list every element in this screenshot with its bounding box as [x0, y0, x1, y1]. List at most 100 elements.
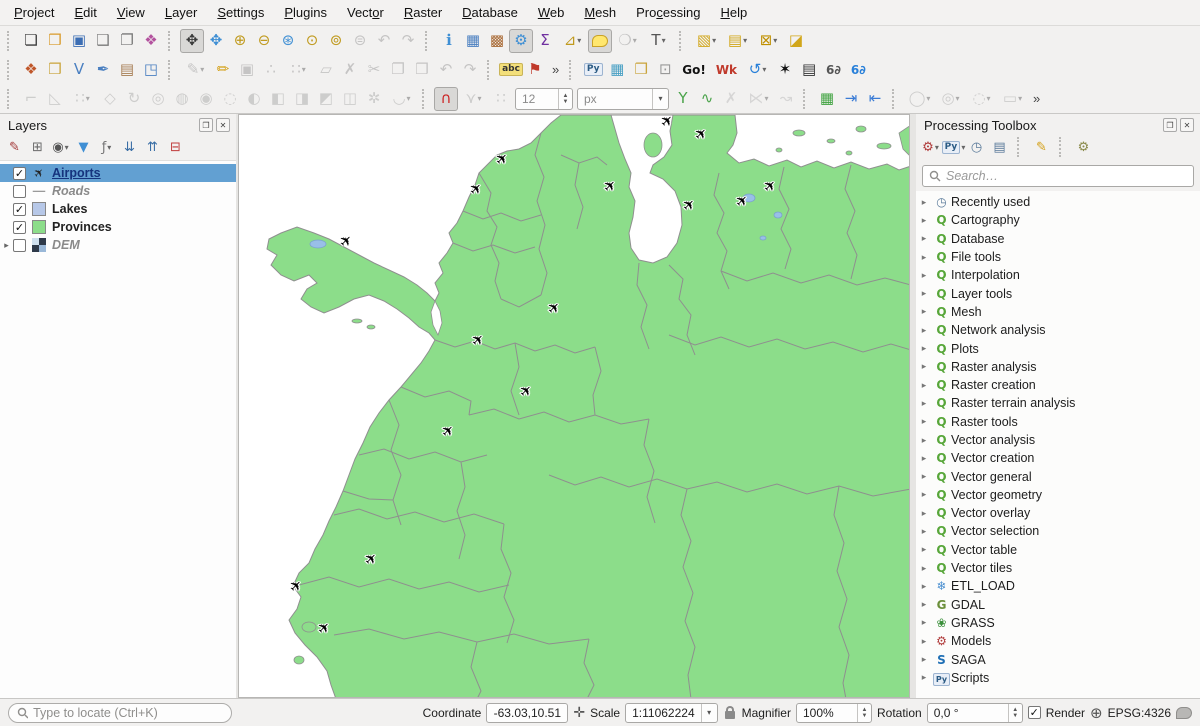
- expand-arrow-icon[interactable]: ▸: [916, 306, 932, 317]
- save-project-icon[interactable]: ▣: [67, 29, 91, 53]
- chevron-down-icon[interactable]: ▾: [762, 65, 766, 74]
- toolbox-group-recently-used[interactable]: ▸◷Recently used: [916, 193, 1200, 211]
- toolbar-handle[interactable]: [7, 89, 15, 109]
- metasearch-icon[interactable]: ❍▾: [612, 29, 643, 53]
- menu-view[interactable]: View: [107, 2, 155, 23]
- spin-arrows-icon[interactable]: ▲▼: [558, 89, 572, 109]
- add-ring-icon[interactable]: ◎: [146, 87, 170, 111]
- extents-icon[interactable]: ✛: [573, 705, 585, 721]
- db-virtual-layer-icon[interactable]: ▦: [815, 87, 839, 111]
- chevron-down-icon[interactable]: ▾: [961, 143, 965, 152]
- menu-database[interactable]: Database: [452, 2, 528, 23]
- snap-tolerance[interactable]: 12▲▼: [515, 88, 573, 110]
- chevron-down-icon[interactable]: ▾: [701, 704, 717, 722]
- locate-input[interactable]: [33, 706, 223, 720]
- reload-plugin-icon[interactable]: ↺▾: [742, 58, 773, 82]
- menu-mesh[interactable]: Mesh: [574, 2, 626, 23]
- measure-line-icon[interactable]: ⊿▾: [557, 29, 588, 53]
- new-memory-layer-icon[interactable]: ▤: [115, 58, 139, 82]
- toolbar-handle[interactable]: [1059, 137, 1067, 157]
- chevron-down-icon[interactable]: ▾: [577, 36, 581, 45]
- expand-arrow-icon[interactable]: ▸: [916, 526, 932, 537]
- remove-layer-icon[interactable]: ⊟: [165, 137, 186, 158]
- pan-map-icon[interactable]: ✥: [180, 29, 204, 53]
- go-button[interactable]: Go!: [677, 58, 711, 82]
- expand-arrow-icon[interactable]: ▸: [916, 398, 932, 409]
- offset-curve-icon[interactable]: ◡▾: [386, 87, 417, 111]
- expand-arrow-icon[interactable]: ▸: [916, 380, 932, 391]
- report-plugin-icon[interactable]: ▤: [797, 58, 821, 82]
- filter-by-expression-icon[interactable]: ƒ▾: [96, 137, 117, 158]
- toolbox-float-button[interactable]: ❐: [1163, 118, 1177, 132]
- toolbox-group-raster-analysis[interactable]: ▸QRaster analysis: [916, 358, 1200, 376]
- chevron-down-icon[interactable]: ▾: [773, 36, 777, 45]
- split-parts-icon[interactable]: ◨: [290, 87, 314, 111]
- scale-combo[interactable]: 1:11062224 ▾: [625, 703, 718, 723]
- processing-toolbox-icon[interactable]: ⚙: [509, 29, 533, 53]
- expand-arrow-icon[interactable]: ▸: [916, 343, 932, 354]
- zoom-in-icon[interactable]: ⊕: [228, 29, 252, 53]
- statistics-summary-icon[interactable]: Σ: [533, 29, 557, 53]
- menu-edit[interactable]: Edit: [64, 2, 106, 23]
- layer-visibility-checkbox[interactable]: [13, 239, 26, 252]
- expand-arrow-icon[interactable]: ▸: [916, 215, 932, 226]
- expand-arrow-icon[interactable]: ▸: [916, 617, 932, 628]
- menu-raster[interactable]: Raster: [394, 2, 452, 23]
- zoom-full-extent-icon[interactable]: ⊛: [276, 29, 300, 53]
- cut-features-icon[interactable]: ✂: [362, 58, 386, 82]
- toolbox-group-etl-load[interactable]: ▸❄ETL_LOAD: [916, 577, 1200, 595]
- toolbox-group-vector-creation[interactable]: ▸QVector creation: [916, 449, 1200, 467]
- new-virtual-layer-icon[interactable]: ◳: [139, 58, 163, 82]
- toolbar-handle[interactable]: [1017, 137, 1025, 157]
- toolbox-group-database[interactable]: ▸QDatabase: [916, 230, 1200, 248]
- toolbar-handle[interactable]: [7, 31, 15, 51]
- toolbox-group-models[interactable]: ▸⚙Models: [916, 632, 1200, 650]
- new-shapefile-layer-icon[interactable]: V: [67, 58, 91, 82]
- toolbox-group-raster-creation[interactable]: ▸QRaster creation: [916, 376, 1200, 394]
- layer-visibility-checkbox[interactable]: ✓: [13, 221, 26, 234]
- expand-arrow-icon[interactable]: ▸: [916, 508, 932, 519]
- expand-arrow-icon[interactable]: ▸: [916, 563, 932, 574]
- circle-from-3points-icon[interactable]: ◎▾: [935, 87, 966, 111]
- split-features-icon[interactable]: ◩: [314, 87, 338, 111]
- toolbox-group-grass[interactable]: ▸❀GRASS: [916, 614, 1200, 632]
- snap-units[interactable]: px▾: [577, 88, 669, 110]
- toolbox-history-icon[interactable]: ◷: [966, 137, 987, 158]
- expand-arrow-icon[interactable]: ▸: [916, 599, 932, 610]
- layers-float-button[interactable]: ❐: [199, 118, 213, 132]
- zoom-native-icon[interactable]: ⊜: [348, 29, 372, 53]
- layer-item-roads[interactable]: —Roads: [0, 182, 236, 200]
- collapse-all-icon[interactable]: ⇈: [142, 137, 163, 158]
- copy-features-icon[interactable]: ❐: [386, 58, 410, 82]
- rectangle-digitize-icon[interactable]: ▭▾: [997, 87, 1028, 111]
- menu-processing[interactable]: Processing: [626, 2, 710, 23]
- toolbar-handle[interactable]: [7, 60, 15, 80]
- trace-offset-icon[interactable]: ⋉▾: [743, 87, 774, 111]
- layer-visibility-checkbox[interactable]: [13, 185, 26, 198]
- new-print-layout-icon[interactable]: ❑: [91, 29, 115, 53]
- avoid-intersections-icon[interactable]: ∿: [695, 87, 719, 111]
- redo-icon[interactable]: ↷: [458, 58, 482, 82]
- toolbox-group-saga[interactable]: ▸SSAGA: [916, 650, 1200, 668]
- python-console[interactable]: Py: [581, 58, 605, 82]
- layers-close-button[interactable]: ✕: [216, 118, 230, 132]
- toolbox-group-scripts[interactable]: ▸PyScripts: [916, 669, 1200, 687]
- delete-ring-icon[interactable]: ◌: [218, 87, 242, 111]
- layer-item-airports[interactable]: ✓✈Airports: [0, 164, 236, 182]
- toolbox-group-file-tools[interactable]: ▸QFile tools: [916, 248, 1200, 266]
- eyeglasses-plugin-1[interactable]: 6∂: [821, 58, 846, 82]
- field-calculator-icon[interactable]: ▩: [485, 29, 509, 53]
- add-part-icon[interactable]: ◍: [170, 87, 194, 111]
- edit-features-in-place-icon[interactable]: ✎: [1031, 137, 1052, 158]
- construction-mode-icon[interactable]: ◺: [43, 87, 67, 111]
- toolbox-group-mesh[interactable]: ▸QMesh: [916, 303, 1200, 321]
- zoom-last-icon[interactable]: ↶: [372, 29, 396, 53]
- menu-vector[interactable]: Vector: [337, 2, 394, 23]
- rotate-feature-icon[interactable]: ↻: [122, 87, 146, 111]
- expand-arrow-icon[interactable]: ▸: [916, 288, 932, 299]
- chevron-down-icon[interactable]: ▾: [65, 143, 69, 152]
- current-edits-icon[interactable]: ✎▾: [180, 58, 211, 82]
- chevron-down-icon[interactable]: ▾: [652, 89, 668, 109]
- expand-arrow-icon[interactable]: ▸: [916, 270, 932, 281]
- rotate-point-symbols-icon[interactable]: ✲: [362, 87, 386, 111]
